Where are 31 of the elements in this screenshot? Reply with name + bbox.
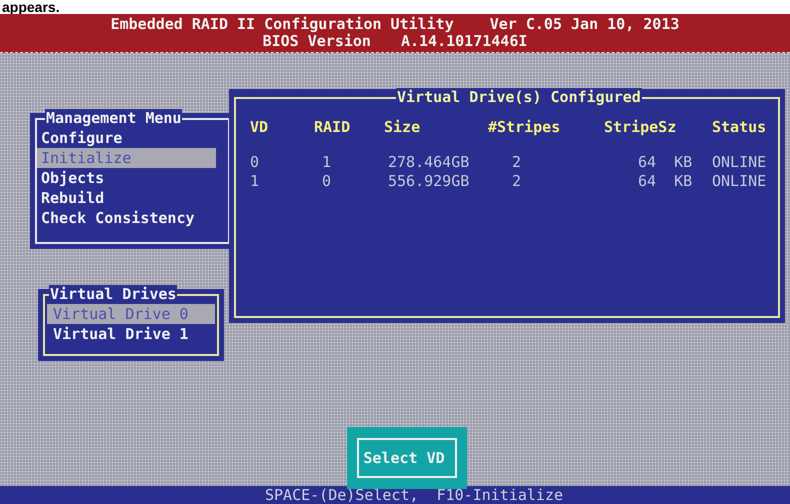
panel-title: Virtual Drive(s) Configured: [396, 88, 642, 106]
table-cell-text: 556.929GB: [387, 172, 470, 190]
panel-title: Management Menu: [45, 109, 182, 127]
table-cell-text: 0: [250, 153, 260, 171]
table-cell-text: 2: [511, 153, 522, 171]
menu-item[interactable]: Rebuild: [37, 188, 228, 208]
table-cell-text: 2: [511, 172, 522, 190]
table-cell-text: 278.464GB: [387, 153, 470, 171]
menu-item[interactable]: Objects: [37, 168, 228, 188]
document-text: appears.: [2, 0, 60, 15]
menu-item[interactable]: Virtual Drive 1: [45, 324, 217, 344]
menu-item[interactable]: Configure: [37, 128, 228, 148]
version-text: Ver C.05 Jan 10, 2013: [490, 16, 680, 33]
table-cell-text: 64 KB: [637, 153, 694, 171]
utility-title: Embedded RAID II Configuration Utility: [110, 16, 454, 33]
table-cell-text: ONLINE: [712, 153, 768, 171]
status-bar: SPACE-(De)Select, F10-Initialize: [0, 486, 790, 504]
table-cell-text: 1: [250, 172, 260, 190]
menu-item[interactable]: Check Consistency: [37, 208, 228, 228]
table-cell-text: ONLINE: [712, 172, 768, 190]
column-header: #Stripes: [488, 117, 562, 137]
column-header: VD: [250, 117, 270, 137]
column-header: RAID: [313, 117, 352, 137]
column-header: Status: [712, 117, 768, 137]
table-cell-text: 0: [321, 172, 332, 190]
column-header: Size: [384, 117, 422, 137]
column-header: StripeSz: [604, 117, 678, 137]
bios-version: A.14.10171446I: [400, 33, 528, 50]
table-cell-text: 1: [321, 153, 332, 171]
table-cell-text: 64 KB: [637, 172, 694, 190]
bios-label: BIOS Version: [262, 33, 371, 50]
